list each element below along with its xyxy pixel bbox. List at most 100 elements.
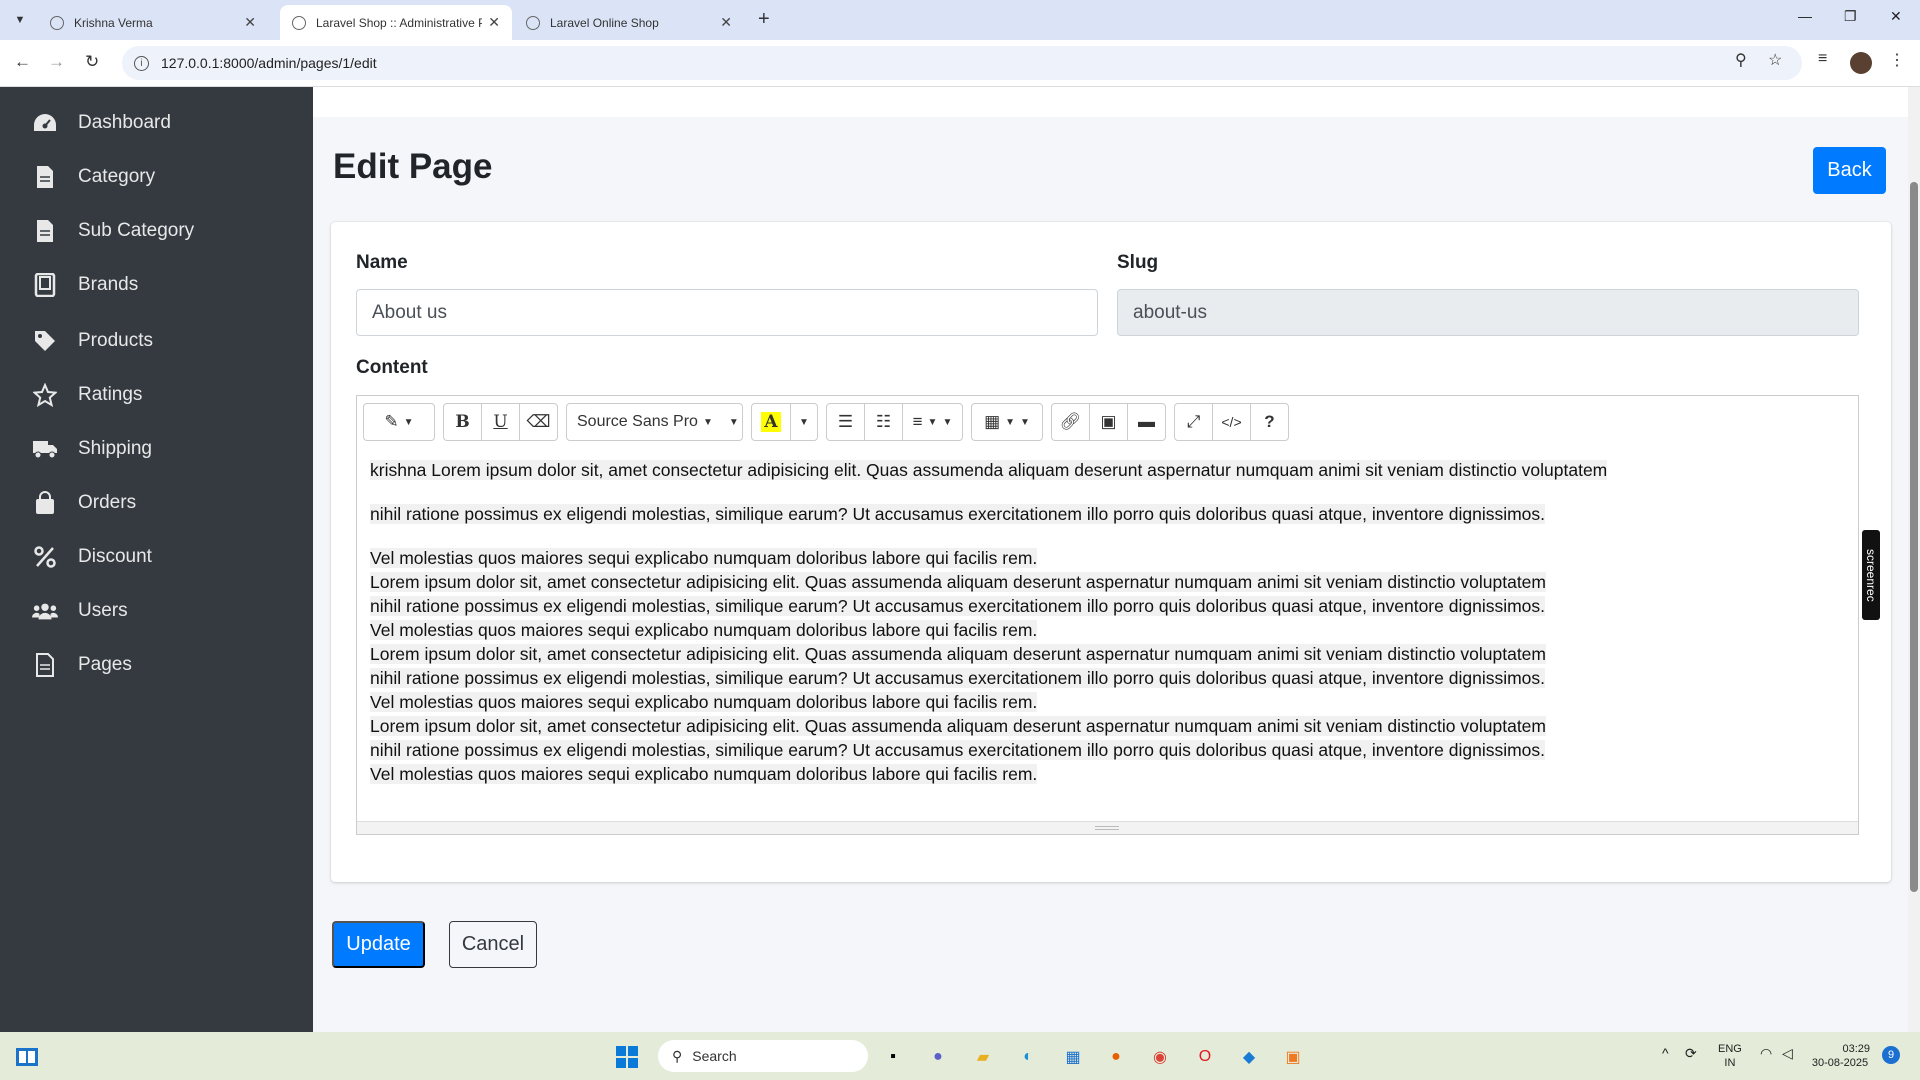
underline-button[interactable]: U — [481, 403, 520, 441]
teams-chat-icon[interactable]: ● — [925, 1044, 951, 1070]
vscode-icon[interactable]: ◆ — [1236, 1044, 1262, 1070]
store-icon[interactable]: ▦ — [1060, 1044, 1086, 1070]
screenrec-overlay[interactable]: screenrec — [1862, 530, 1880, 620]
browser-tab-online-shop[interactable]: Laravel Online Shop ✕ — [514, 5, 744, 40]
sidebar-item-ratings[interactable]: Ratings — [32, 377, 142, 413]
task-view-icon[interactable]: ▪ — [880, 1044, 906, 1070]
sidebar-item-orders[interactable]: Orders — [32, 485, 136, 521]
caret-down-icon: ▼ — [927, 416, 938, 428]
browser-tab-krishna[interactable]: Krishna Verma ✕ — [38, 5, 268, 40]
numbered-list-button[interactable]: ☷ — [864, 403, 903, 441]
reload-icon[interactable]: ↻ — [85, 52, 99, 72]
clock[interactable]: 03:29 30-08-2025 — [1810, 1042, 1870, 1070]
color-dropdown-button[interactable]: ▼ — [790, 403, 818, 441]
font-family-dropdown[interactable]: Source Sans Pro ▼ ▼ — [566, 403, 743, 441]
chrome-icon[interactable]: ◉ — [1147, 1044, 1173, 1070]
file-explorer-icon[interactable]: ▰ — [970, 1044, 996, 1070]
firefox-icon[interactable]: ● — [1103, 1044, 1129, 1070]
opera-icon[interactable]: O — [1192, 1044, 1218, 1070]
clear-format-button[interactable]: ⌫ — [519, 403, 558, 441]
browser-tab-admin[interactable]: Laravel Shop :: Administrative P ✕ — [280, 5, 512, 40]
language-indicator[interactable]: ENG IN — [1718, 1042, 1742, 1070]
bullet-list-button[interactable]: ☰ — [826, 403, 865, 441]
eraser-icon: ⌫ — [526, 412, 551, 431]
scrollbar-thumb[interactable] — [1910, 182, 1918, 892]
link-button[interactable]: 🔗︎ — [1051, 403, 1090, 441]
tab-search-chevron-icon[interactable]: ▼ — [8, 8, 32, 32]
sidebar-item-pages[interactable]: Pages — [32, 647, 132, 683]
content-editable[interactable]: krishna Lorem ipsum dolor sit, amet cons… — [370, 458, 1850, 786]
name-field[interactable]: About us — [356, 289, 1098, 336]
profile-avatar[interactable] — [1850, 52, 1872, 74]
book-icon — [32, 272, 58, 298]
globe-icon — [292, 15, 306, 30]
video-icon: ▬ — [1138, 412, 1155, 431]
restore-icon[interactable]: ❐ — [1844, 8, 1857, 25]
picture-button[interactable]: ▣ — [1089, 403, 1128, 441]
code-view-button[interactable]: </> — [1212, 403, 1251, 441]
text-color-button[interactable]: A — [751, 403, 791, 441]
minimize-icon[interactable]: — — [1798, 8, 1812, 24]
update-button[interactable]: Update — [332, 921, 425, 968]
notification-badge[interactable]: 9 — [1882, 1046, 1900, 1064]
sidebar-item-label: Pages — [78, 654, 132, 675]
url-text: 127.0.0.1:8000/admin/pages/1/edit — [161, 55, 377, 71]
close-icon[interactable]: ✕ — [720, 14, 732, 31]
style-dropdown-button[interactable]: ✎ ▼ — [363, 403, 435, 441]
caret-down-icon: ▼ — [1020, 416, 1030, 428]
window-close-icon[interactable]: ✕ — [1890, 8, 1902, 25]
sidebar-item-dashboard[interactable]: Dashboard — [32, 105, 171, 141]
rich-text-editor: ✎ ▼ B U ⌫ Source Sans Pro ▼ ▼ A ▼ ☰ ☷ ≡ ▼ ▼ ▦… — [356, 395, 1859, 835]
new-tab-icon[interactable]: + — [758, 8, 770, 31]
slug-field[interactable]: about-us — [1117, 289, 1859, 336]
bold-button[interactable]: B — [443, 403, 482, 441]
sync-icon[interactable]: ⟳ — [1685, 1046, 1697, 1060]
sidebar-item-label: Brands — [78, 274, 139, 295]
paragraph: Vel molestias quos maiores sequi explica… — [370, 692, 1038, 712]
sidebar-item-discount[interactable]: Discount — [32, 539, 152, 575]
sidebar-item-users[interactable]: Users — [32, 593, 128, 629]
taskbar-search-input[interactable]: ⚲ Search — [658, 1040, 868, 1072]
media-controls-icon[interactable]: ≡ — [1818, 50, 1827, 68]
url-input[interactable]: i 127.0.0.1:8000/admin/pages/1/edit — [122, 46, 1802, 80]
xampp-icon[interactable]: ▣ — [1280, 1044, 1306, 1070]
sidebar-item-brands[interactable]: Brands — [32, 267, 138, 303]
sidebar-item-sub-category[interactable]: Sub Category — [32, 213, 194, 249]
sidebar-item-shipping[interactable]: Shipping — [32, 431, 152, 467]
grip-icon — [1095, 826, 1119, 830]
windows-start-icon[interactable] — [614, 1044, 640, 1070]
kebab-menu-icon[interactable]: ⋮ — [1889, 50, 1905, 70]
volume-muted-icon[interactable]: ◁ — [1782, 1046, 1793, 1060]
forward-arrow-icon[interactable]: → — [48, 52, 65, 72]
back-button[interactable]: Back — [1813, 147, 1886, 194]
paragraph: Lorem ipsum dolor sit, amet consectetur … — [370, 644, 1546, 664]
edit-page-card: Name About us Slug about-us Content ✎ ▼ B… — [331, 222, 1891, 882]
search-placeholder: Search — [692, 1048, 737, 1064]
star-icon — [32, 382, 58, 408]
site-info-icon[interactable]: i — [134, 55, 149, 71]
page-scrollbar[interactable] — [1908, 87, 1920, 1032]
help-button[interactable]: ? — [1250, 403, 1289, 441]
editor-resize-handle[interactable] — [357, 821, 1858, 834]
bookmark-star-icon[interactable]: ☆ — [1768, 50, 1782, 70]
table-button[interactable]: ▦ ▼ ▼ — [971, 403, 1043, 441]
content-header-strip — [313, 87, 1908, 117]
paragraph-align-button[interactable]: ≡ ▼ ▼ — [902, 403, 963, 441]
video-button[interactable]: ▬ — [1127, 403, 1166, 441]
bullet-list-icon: ☰ — [837, 412, 854, 431]
close-icon[interactable]: ✕ — [488, 14, 500, 31]
magic-wand-icon: ✎ — [384, 412, 399, 431]
back-arrow-icon[interactable]: ← — [14, 52, 31, 72]
wifi-icon[interactable]: ◠ — [1760, 1046, 1772, 1060]
tray-chevron-up-icon[interactable]: ^ — [1662, 1046, 1669, 1060]
edge-icon[interactable]: ◐ — [1015, 1044, 1041, 1070]
numbered-list-icon: ☷ — [875, 412, 892, 431]
sidebar-item-products[interactable]: Products — [32, 323, 153, 359]
fullscreen-button[interactable]: ⤢ — [1174, 403, 1213, 441]
zoom-icon[interactable]: ⚲ — [1735, 50, 1747, 70]
admin-sidebar: Dashboard Category Sub Category Brands P… — [0, 87, 313, 1032]
close-icon[interactable]: ✕ — [244, 14, 256, 31]
cancel-button[interactable]: Cancel — [449, 921, 537, 968]
sidebar-item-category[interactable]: Category — [32, 159, 155, 195]
widgets-icon[interactable] — [14, 1044, 40, 1070]
